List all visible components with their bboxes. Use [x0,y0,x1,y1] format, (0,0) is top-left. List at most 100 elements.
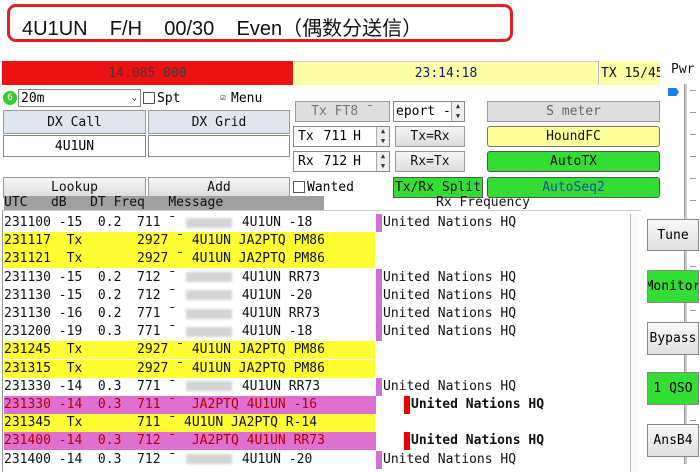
rx-marker [376,377,382,396]
rx-frequency-header: Rx Frequency [436,195,530,210]
pwr-slider-handle[interactable] [668,88,679,96]
message-row[interactable]: 231400 -14 0.3 712 ¯ JA2PTQ 4U1UN RR73 [4,432,376,451]
dx-grid-input[interactable] [148,135,290,157]
rx-marker [376,286,382,305]
rx-message-row[interactable]: United Nations HQ [376,268,631,287]
message-row[interactable]: 231130 -16 0.2 771 ¯ 4U1UN RR73 [4,305,320,323]
rx-message-text: United Nations HQ [411,433,545,449]
message-row[interactable]: 231315 Tx 2927 ¯ 4U1UN JA2PTQ PM86 [4,359,375,378]
spt-checkbox[interactable]: Spt [143,89,180,107]
rx-marker [376,450,382,469]
s-meter-button[interactable]: S meter [487,101,660,122]
ansb4-button[interactable]: AnsB4 [647,424,699,457]
rx-marker [404,396,410,414]
rx-message-row[interactable]: United Nations HQ [376,305,631,323]
message-text: 231245 Tx 2927 ¯ 4U1UN JA2PTQ PM86 [4,342,325,358]
rx-eq-tx-button[interactable]: Rx=Tx [395,151,465,172]
redacted-callsign [186,454,233,465]
report-spin-arrows[interactable]: ▲ ▼ [451,102,464,121]
rx-marker [376,323,382,342]
tx-freq-spinner[interactable]: Tx 711 H ▲ ▼ [293,126,390,147]
caption-text: 4U1UN F/H 00/30 Even（偶数分送信） [22,18,423,40]
rx-message-row[interactable]: United Nations HQ [376,286,631,305]
message-text: 231400 -14 0.3 712 ¯ [4,451,185,467]
message-row[interactable]: 231330 -14 0.3 711 ¯ JA2PTQ 4U1UN -16 [4,396,376,414]
redacted-callsign [186,326,233,337]
wanted-checkbox-box[interactable] [293,181,305,193]
tune-button[interactable]: Tune [647,219,699,251]
message-text: 231117 Tx 2927 ¯ 4U1UN JA2PTQ PM86 [4,233,325,249]
rx-freq-spin-arrows[interactable]: ▲ ▼ [376,152,389,171]
band-select[interactable]: 20m ⌄ [18,89,141,107]
report-spinner[interactable]: eport - ▲ ▼ [393,101,465,122]
frequency-value: 14.085 000 [108,65,187,81]
message-row[interactable]: 231117 Tx 2927 ¯ 4U1UN JA2PTQ PM86 [4,232,375,251]
message-text-end: 4U1UN RR73 [234,306,321,321]
message-text: 231130 -16 0.2 771 ¯ [4,306,185,321]
redacted-callsign [186,272,233,283]
dx-call-label: DX Call [3,110,146,134]
message-text: 231345 Tx 711 ¯ 4U1UN JA2PTQ R-14 [4,415,318,431]
rx-marker [376,214,382,232]
tx-ft8-button[interactable]: Tx FT8 ¯ [295,101,390,122]
redacted-callsign [186,290,233,301]
band-indicator: 6 [3,91,17,105]
tx-freq-spin-arrows[interactable]: ▲ ▼ [376,127,389,146]
time-value: 23:14:18 [414,66,478,81]
dx-grid-label: DX Grid [148,110,290,134]
bypass-button[interactable]: Bypass [647,322,699,355]
message-row[interactable]: 231245 Tx 2927 ¯ 4U1UN JA2PTQ PM86 [4,341,375,360]
pwr-label: Pwr [671,62,695,77]
rx-message-text: United Nations HQ [411,397,545,412]
caption-box: 4U1UN F/H 00/30 Even（偶数分送信） [7,4,513,42]
message-row[interactable]: 231400 -14 0.3 712 ¯ 4U1UN -20 [4,451,312,469]
chevron-down-icon: ⌄ [131,93,137,103]
autotx-button[interactable]: AutoTX [487,151,660,172]
message-row[interactable]: 231130 -15 0.2 712 ¯ 4U1UN -20 [4,287,312,305]
add-button[interactable]: Add [148,177,290,198]
message-row[interactable]: 231121 Tx 2927 ¯ 4U1UN JA2PTQ PM86 [4,250,375,269]
rx-message-text: United Nations HQ [383,378,517,394]
rx-message-text: United Nations HQ [383,451,517,467]
message-row[interactable]: 231345 Tx 711 ¯ 4U1UN JA2PTQ R-14 [4,414,375,433]
lookup-button[interactable]: Lookup [3,177,146,198]
message-text-end: 4U1UN -18 [234,215,313,230]
message-row[interactable]: 231200 -19 0.3 771 ¯ 4U1UN -18 [4,323,312,341]
rx-message-text: United Nations HQ [383,269,517,285]
message-row[interactable]: 231130 -15 0.2 712 ¯ 4U1UN RR73 [4,269,320,287]
rx-message-row[interactable]: United Nations HQ [404,432,659,451]
rx-message-text: United Nations HQ [383,306,517,321]
rx-message-row[interactable]: United Nations HQ [376,214,631,232]
message-text: 231130 -15 0.2 712 ¯ [4,287,185,303]
menu-checkbox[interactable]: ☑ Menu [217,89,262,107]
rx-message-text: United Nations HQ [383,324,517,340]
message-text-end: 4U1UN -18 [234,324,313,340]
message-row[interactable]: 231330 -14 0.3 771 ¯ 4U1UN RR73 [4,378,320,396]
frequency-display: 14.085 000 [2,61,293,85]
wanted-checkbox[interactable]: Wanted [293,178,354,196]
message-text: 231121 Tx 2927 ¯ 4U1UN JA2PTQ PM86 [4,251,325,267]
rx-marker [404,432,410,451]
message-text: 231200 -19 0.3 771 ¯ [4,324,185,340]
tx-counter: TX 15/45 [598,61,660,85]
redacted-callsign [186,381,233,392]
spt-checkbox-box[interactable] [143,92,155,104]
time-display: 23:14:18 [294,61,598,85]
houndfc-button[interactable]: HoundFC [487,126,660,147]
dx-call-input[interactable]: 4U1UN [3,135,146,157]
rx-message-row[interactable]: United Nations HQ [376,450,631,469]
message-text: 231130 -15 0.2 712 ¯ [4,269,185,285]
message-text-end: 4U1UN RR73 [234,378,321,394]
message-row[interactable]: 231100 -15 0.2 711 ¯ 4U1UN -18 [4,214,312,232]
tx-eq-rx-button[interactable]: Tx=Rx [395,126,465,147]
rx-message-row[interactable]: United Nations HQ [376,377,631,396]
rx-message-row[interactable]: United Nations HQ [376,323,631,342]
message-text: 231315 Tx 2927 ¯ 4U1UN JA2PTQ PM86 [4,360,325,376]
monitor-button[interactable]: Monitor [647,270,699,303]
menu-checkbox-box[interactable]: ☑ [217,93,229,103]
rx-freq-spinner[interactable]: Rx 712 H ▲ ▼ [293,151,390,172]
message-text: 231400 -14 0.3 712 ¯ JA2PTQ 4U1UN RR73 [4,433,325,449]
rx-message-row[interactable]: United Nations HQ [404,396,659,414]
redacted-callsign [186,217,233,228]
one-qso-button[interactable]: 1 QSO [647,372,699,405]
